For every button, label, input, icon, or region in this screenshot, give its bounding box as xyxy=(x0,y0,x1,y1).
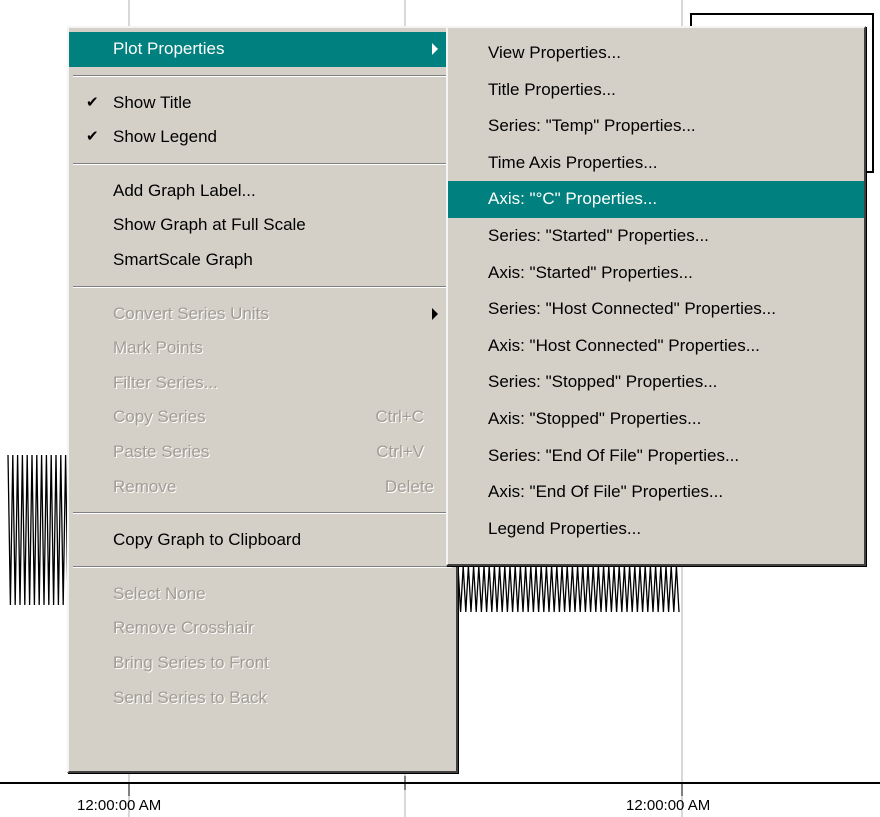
temp-series-trace[interactable] xyxy=(7,454,69,606)
menu-item-mark-points[interactable]: Mark Points xyxy=(69,331,456,366)
x-tick-label: 12:00:00 AM xyxy=(77,797,162,814)
menu-item-label: Show Graph at Full Scale xyxy=(113,215,306,235)
menu-item-label: Axis: "Started" Properties... xyxy=(488,262,693,282)
menu-separator xyxy=(73,512,452,515)
menu-item-label: Legend Properties... xyxy=(488,518,642,538)
menu-item-plot-properties[interactable]: Plot Properties xyxy=(69,32,456,67)
series-line xyxy=(7,454,69,606)
series-line xyxy=(457,565,680,613)
menu-item-label: View Properties... xyxy=(488,43,621,62)
menu-item-send-to-back[interactable]: Send Series to Back xyxy=(69,681,456,716)
menu-item-label: Plot Properties xyxy=(113,39,225,58)
submenu-item-view-properties[interactable]: View Properties... xyxy=(448,35,864,72)
menu-item-bring-to-front[interactable]: Bring Series to Front xyxy=(69,646,456,681)
menu-item-shortcut: Ctrl+V xyxy=(376,441,424,461)
menu-item-label: Paste Series xyxy=(113,441,210,461)
menu-item-label: Series: "Temp" Properties... xyxy=(488,116,696,136)
menu-item-label: Axis: "°C" Properties... xyxy=(488,189,658,209)
menu-item-label: Title Properties... xyxy=(488,79,616,99)
submenu-item-axis-end-of-file[interactable]: Axis: "End Of File" Properties... xyxy=(448,474,864,511)
menu-item-smartscale[interactable]: SmartScale Graph xyxy=(69,243,456,278)
menu-item-label: Convert Series Units xyxy=(113,303,269,323)
menu-item-add-graph-label[interactable]: Add Graph Label... xyxy=(69,174,456,209)
menu-item-label: Axis: "Stopped" Properties... xyxy=(488,408,702,428)
menu-separator xyxy=(73,74,452,77)
menu-item-label: Add Graph Label... xyxy=(113,180,256,200)
submenu-item-time-axis[interactable]: Time Axis Properties... xyxy=(448,145,864,182)
submenu-item-axis-stopped[interactable]: Axis: "Stopped" Properties... xyxy=(448,401,864,438)
menu-item-label: Series: "Started" Properties... xyxy=(488,225,709,245)
menu-item-label: Bring Series to Front xyxy=(113,652,269,672)
temp-series-trace[interactable] xyxy=(457,565,680,613)
submenu-item-axis-started[interactable]: Axis: "Started" Properties... xyxy=(448,255,864,292)
menu-item-label: Series: "Stopped" Properties... xyxy=(488,372,718,392)
menu-item-label: Filter Series... xyxy=(113,372,218,392)
menu-item-filter-series[interactable]: Filter Series... xyxy=(69,366,456,401)
menu-item-label: Show Title xyxy=(113,92,192,112)
menu-item-label: Axis: "Host Connected" Properties... xyxy=(488,335,760,355)
menu-item-select-none[interactable]: Select None xyxy=(69,577,456,612)
menu-item-label: Send Series to Back xyxy=(113,687,268,707)
menu-item-paste-series[interactable]: Paste Series Ctrl+V xyxy=(69,435,456,470)
submenu-arrow-icon xyxy=(432,307,438,320)
menu-item-label: Mark Points xyxy=(113,338,203,358)
submenu-item-series-host-connected[interactable]: Series: "Host Connected" Properties... xyxy=(448,291,864,328)
submenu-item-series-started[interactable]: Series: "Started" Properties... xyxy=(448,218,864,255)
menu-item-label: Time Axis Properties... xyxy=(488,152,658,172)
context-menu: Plot Properties ✔ Show Title ✔ Show Lege… xyxy=(67,26,458,773)
submenu-item-axis-celsius[interactable]: Axis: "°C" Properties... xyxy=(448,181,864,218)
menu-item-label: Show Legend xyxy=(113,127,217,147)
checkmark-icon: ✔ xyxy=(86,93,99,111)
menu-item-label: Select None xyxy=(113,583,206,603)
menu-item-label: Series: "End Of File" Properties... xyxy=(488,445,740,465)
menu-separator xyxy=(73,162,452,165)
menu-item-label: Copy Series xyxy=(113,407,206,427)
menu-item-show-full-scale[interactable]: Show Graph at Full Scale xyxy=(69,208,456,243)
menu-item-label: Copy Graph to Clipboard xyxy=(113,530,302,550)
submenu-item-series-stopped[interactable]: Series: "Stopped" Properties... xyxy=(448,364,864,401)
menu-item-convert-series-units[interactable]: Convert Series Units xyxy=(69,297,456,332)
menu-item-shortcut: Ctrl+C xyxy=(375,407,424,427)
x-tick-label: 12:00:00 AM xyxy=(626,797,711,814)
menu-item-label: Remove xyxy=(113,476,177,496)
menu-separator xyxy=(73,565,452,568)
menu-item-label: Axis: "End Of File" Properties... xyxy=(488,482,724,502)
submenu-arrow-icon xyxy=(432,43,438,56)
menu-item-copy-series[interactable]: Copy Series Ctrl+C xyxy=(69,400,456,435)
menu-item-label: Remove Crosshair xyxy=(113,618,254,638)
menu-item-shortcut: Delete xyxy=(384,476,434,496)
menu-item-remove-crosshair[interactable]: Remove Crosshair xyxy=(69,611,456,646)
plot-properties-submenu: View Properties... Title Properties... S… xyxy=(446,26,866,566)
menu-item-copy-graph[interactable]: Copy Graph to Clipboard xyxy=(69,523,456,558)
submenu-item-legend-properties[interactable]: Legend Properties... xyxy=(448,511,864,548)
checkmark-icon: ✔ xyxy=(86,128,99,146)
menu-item-show-legend[interactable]: ✔ Show Legend xyxy=(69,120,456,155)
submenu-item-series-end-of-file[interactable]: Series: "End Of File" Properties... xyxy=(448,438,864,475)
menu-item-label: SmartScale Graph xyxy=(113,249,253,269)
submenu-item-title-properties[interactable]: Title Properties... xyxy=(448,72,864,109)
menu-separator xyxy=(73,285,452,288)
menu-item-show-title[interactable]: ✔ Show Title xyxy=(69,86,456,121)
menu-item-remove[interactable]: Remove Delete xyxy=(69,470,456,505)
submenu-item-axis-host-connected[interactable]: Axis: "Host Connected" Properties... xyxy=(448,328,864,365)
submenu-item-series-temp[interactable]: Series: "Temp" Properties... xyxy=(448,108,864,145)
menu-item-label: Series: "Host Connected" Properties... xyxy=(488,299,776,319)
